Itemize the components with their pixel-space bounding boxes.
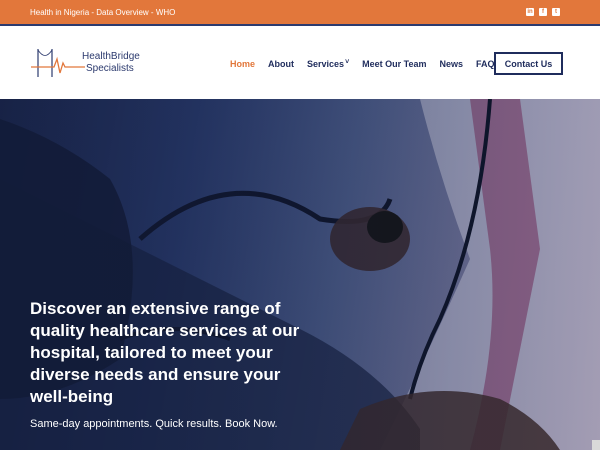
twitter-icon[interactable]: t bbox=[552, 8, 560, 16]
hero-subtitle: Same-day appointments. Quick results. Bo… bbox=[30, 418, 278, 430]
site-header: HealthBridge Specialists Home About Serv… bbox=[0, 28, 600, 99]
nav-item-faq[interactable]: FAQ bbox=[476, 59, 495, 69]
scrollbar[interactable] bbox=[592, 440, 600, 450]
facebook-icon[interactable]: f bbox=[539, 8, 547, 16]
bridge-heartbeat-logo-icon bbox=[31, 49, 85, 77]
who-data-link[interactable]: Health in Nigeria - Data Overview - WHO bbox=[30, 8, 175, 17]
brand-name-line2: Specialists bbox=[86, 63, 134, 74]
nav-item-home[interactable]: Home bbox=[230, 59, 255, 69]
top-bar: Health in Nigeria - Data Overview - WHO … bbox=[0, 0, 600, 26]
chevron-down-icon: ˅ bbox=[345, 58, 350, 66]
nav-item-about[interactable]: About bbox=[268, 59, 294, 69]
social-links: in f t bbox=[526, 8, 560, 16]
main-nav: Home About Services˅ Meet Our Team News … bbox=[230, 28, 508, 99]
linkedin-icon[interactable]: in bbox=[526, 8, 534, 16]
site-logo[interactable]: HealthBridge Specialists bbox=[30, 45, 145, 81]
nav-item-news[interactable]: News bbox=[440, 59, 464, 69]
contact-us-button[interactable]: Contact Us bbox=[494, 52, 563, 75]
nav-item-services-label: Services bbox=[307, 58, 345, 69]
hero-headline: Discover an extensive range of quality h… bbox=[30, 299, 300, 406]
nav-item-services[interactable]: Services˅ bbox=[307, 59, 349, 69]
brand-name-line1: HealthBridge bbox=[82, 51, 140, 62]
hero-banner: Discover an extensive range of quality h… bbox=[0, 99, 600, 450]
nav-item-meet-our-team[interactable]: Meet Our Team bbox=[362, 59, 426, 69]
